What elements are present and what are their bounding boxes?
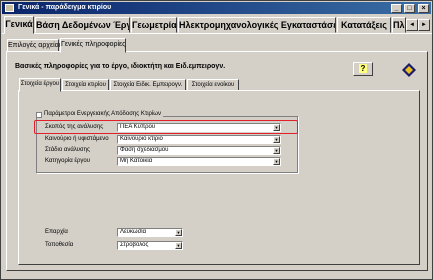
logo-icon [402,63,416,77]
help-button[interactable]: ? [353,62,373,76]
new-or-existing-dropdown[interactable]: Καινούριο κτίριο ▼ [117,135,281,144]
location-label: Τοποθεσία [45,242,74,248]
tab-general-info[interactable]: Γενικές πληροφορίες [60,38,126,53]
tab-geometry[interactable]: Γεωμετρία [131,17,177,33]
chevron-down-icon[interactable]: ▼ [175,229,182,236]
project-category-dropdown[interactable]: Μη Κατοικία ▼ [117,157,281,166]
title-bar[interactable]: Γενικά - παράδειγμα κτιρίου _ □ × [2,2,431,14]
app-icon [5,4,14,12]
location-value: Στρόβολος [120,242,149,248]
new-or-existing-value: Καινούριο κτίριο [120,136,163,142]
group-label: Παράμετροι Ενεργειακής Απόδοσης Κτιρίων [42,111,163,117]
main-tab-bar: Γενικά Βάση Δεδομένων Έργου Γεωμετρία Ηλ… [2,16,432,34]
highlight-box [34,120,298,134]
project-category-value: Μη Κατοικία [120,158,153,164]
chevron-down-icon[interactable]: ▼ [273,158,280,165]
analysis-stage-label: Στάδιο ανάλυσης [45,147,90,153]
analysis-stage-value: Φάση σχεδιασμού [120,147,169,153]
tab-electromechanical[interactable]: Ηλεκτρομηχανολογικές Εγκαταστάσεις [178,17,336,33]
help-icon: ? [358,64,368,73]
tab-project-data[interactable]: Στοιχεία έργου [19,78,61,92]
chevron-down-icon[interactable]: ▼ [273,147,280,154]
application-window: Γενικά - παράδειγμα κτιρίου _ □ × Γενικά… [0,0,433,280]
close-button[interactable]: × [418,4,429,13]
district-dropdown[interactable]: Λευκωσία ▼ [117,228,183,237]
chevron-down-icon[interactable]: ▼ [175,242,182,249]
project-category-label: Κατηγορία έργου [45,158,91,164]
tab-project-database[interactable]: Βάση Δεδομένων Έργου [35,17,130,33]
new-or-existing-label: Καινούριο ή υφιστάμενο [45,136,109,142]
tab-scroll-left-button[interactable]: ◄ [406,19,418,31]
chevron-down-icon[interactable]: ▼ [273,136,280,143]
section-heading: Βασικές πληροφορίες για το έργο, ιδιοκτή… [15,63,226,70]
tab-scroll-right-button[interactable]: ► [418,19,430,31]
tab-information[interactable]: Πληροφ [392,17,406,33]
analysis-stage-dropdown[interactable]: Φάση σχεδιασμού ▼ [117,146,281,155]
location-dropdown[interactable]: Στρόβολος ▼ [117,241,183,250]
district-value: Λευκωσία [120,229,147,235]
tab-general[interactable]: Γενικά [4,16,34,34]
window-title: Γενικά - παράδειγμα κτιρίου [18,4,112,11]
minimize-button[interactable]: _ [391,4,402,13]
maximize-button[interactable]: □ [404,4,415,13]
tab-classifications[interactable]: Κατατάξεις [337,17,391,33]
district-label: Επαρχία [45,229,68,235]
